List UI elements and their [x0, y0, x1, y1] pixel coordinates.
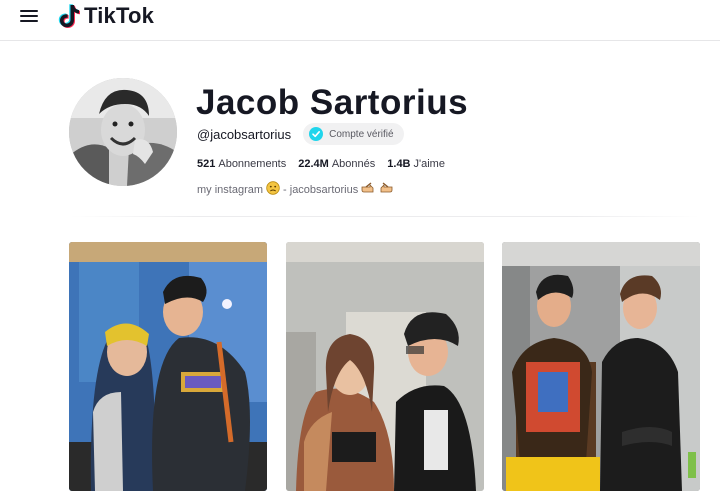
profile-name: Jacob Sartorius: [196, 83, 469, 122]
video-thumbnail-1[interactable]: [69, 242, 267, 491]
bio-text-end: - jacobsartorius: [283, 183, 359, 196]
logo-text: TikTok: [84, 3, 155, 28]
profile-handle: @jacobsartorius: [197, 126, 292, 142]
followers-stat[interactable]: 22.4M Abonnés: [298, 158, 375, 170]
top-navigation-bar: TikTok: [0, 0, 720, 41]
sad-face-emoji-icon: [266, 181, 280, 198]
following-label: Abonnements: [218, 158, 287, 170]
bio-text-start: my instagram: [197, 183, 264, 196]
handle-row: @jacobsartorius Compte vérifié: [197, 123, 404, 145]
video-thumbnail-3[interactable]: [502, 242, 700, 491]
video-thumbnail-2[interactable]: [286, 242, 484, 491]
likes-count: 1.4B: [387, 158, 411, 170]
avatar-photo: [69, 78, 177, 186]
pointing-hands-emoji-icon: [361, 182, 393, 197]
followers-count: 22.4M: [298, 158, 329, 170]
followers-label: Abonnés: [331, 158, 376, 170]
verified-label: Compte vérifié: [329, 128, 394, 140]
section-divider: [70, 216, 700, 217]
verified-badge: Compte vérifié: [303, 123, 404, 145]
hamburger-menu-icon[interactable]: [20, 8, 38, 24]
following-count: 521: [197, 158, 216, 170]
likes-stat: 1.4B J'aime: [387, 158, 445, 170]
likes-label: J'aime: [413, 158, 445, 170]
profile-avatar[interactable]: [69, 78, 177, 186]
profile-bio: my instagram - jacobsartorius: [197, 181, 396, 198]
tiktok-logo[interactable]: TikTok: [58, 2, 154, 30]
profile-stats: 521 Abonnements 22.4M Abonnés 1.4B J'aime: [197, 158, 457, 170]
verified-check-icon: [309, 127, 324, 141]
following-stat[interactable]: 521 Abonnements: [197, 158, 286, 170]
tiktok-note-icon: [58, 4, 80, 29]
